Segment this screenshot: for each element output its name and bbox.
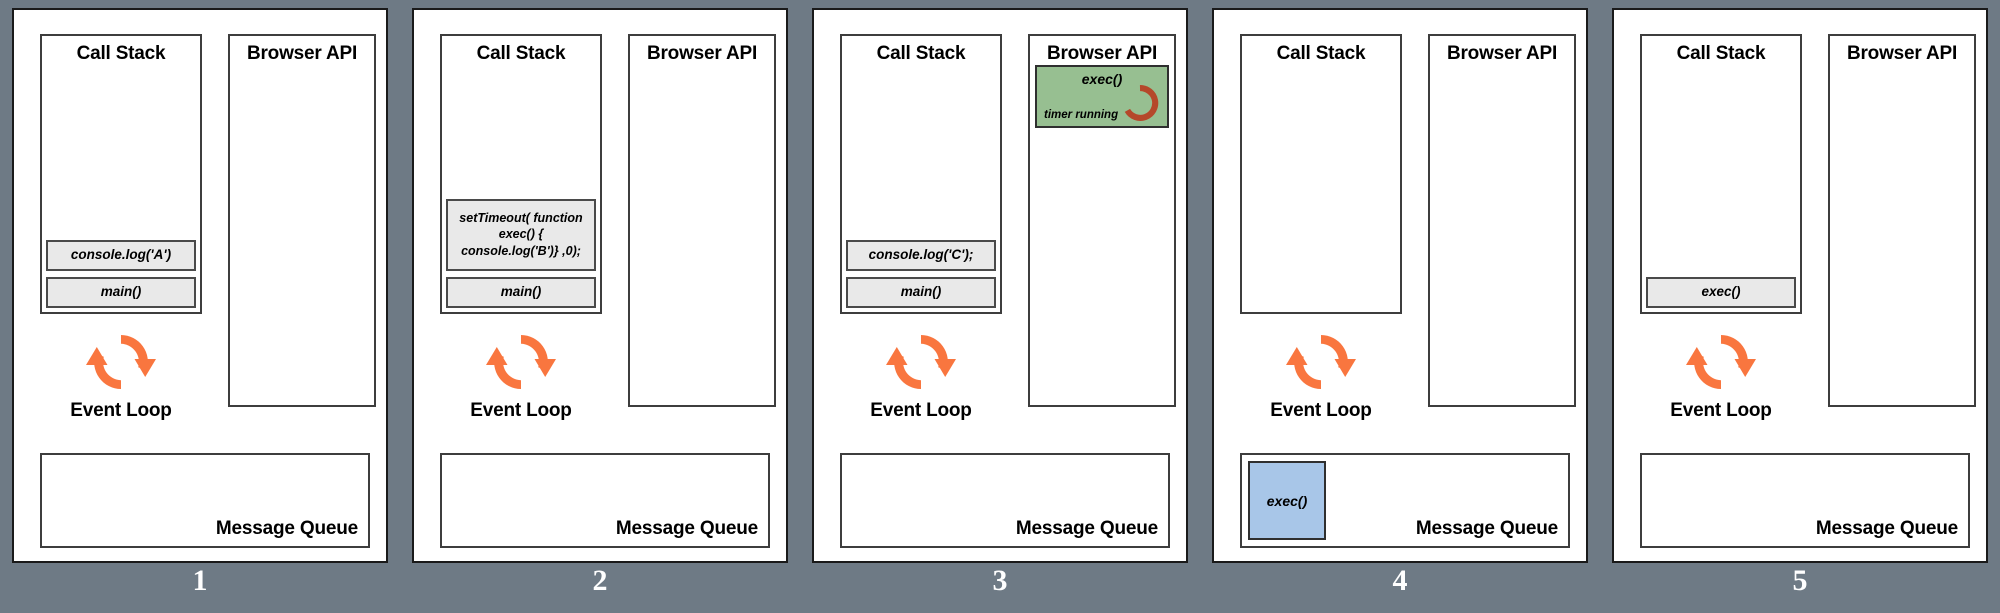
- browser-api-box: Browser API: [1828, 34, 1976, 407]
- event-loop-group: Event Loop: [1640, 326, 1802, 422]
- browser-api-title: Browser API: [1446, 43, 1558, 64]
- event-loop-label: Event Loop: [470, 400, 572, 421]
- call-stack-frame: main(): [446, 277, 596, 308]
- call-stack-title: Call Stack: [76, 43, 166, 64]
- timer-status: timer running: [1044, 109, 1119, 121]
- call-stack-title: Call Stack: [1276, 43, 1366, 64]
- call-stack-frames: exec(): [1646, 277, 1796, 308]
- step-panel-5: Call Stack exec() Browser API Event Loop…: [1600, 0, 2000, 613]
- message-queue-title: Message Queue: [1415, 518, 1558, 539]
- message-queue-title: Message Queue: [615, 518, 758, 539]
- panel-frame: Call Stack exec() Browser API Event Loop…: [1612, 8, 1988, 563]
- call-stack-title: Call Stack: [1676, 43, 1766, 64]
- browser-api-title: Browser API: [646, 43, 758, 64]
- event-loop-label: Event Loop: [1670, 400, 1772, 421]
- message-queue-title: Message Queue: [1015, 518, 1158, 539]
- panel-frame: Call Stack setTimeout( function exec() {…: [412, 8, 788, 563]
- call-stack-title: Call Stack: [876, 43, 966, 64]
- step-number: 4: [1392, 564, 1408, 597]
- step-number: 2: [592, 564, 608, 597]
- event-loop-label: Event Loop: [70, 400, 172, 421]
- call-stack-frames: setTimeout( function exec() { console.lo…: [446, 198, 596, 308]
- call-stack-frames: console.log('C'); main(): [846, 240, 996, 308]
- event-loop-label: Event Loop: [870, 400, 972, 421]
- step-number: 1: [192, 564, 208, 597]
- event-loop-group: Event Loop: [40, 326, 202, 422]
- timer-spinner-icon: [1119, 82, 1161, 124]
- event-loop-refresh-icon: [1682, 326, 1760, 398]
- event-loop-group: Event Loop: [1240, 326, 1402, 422]
- event-loop-group: Event Loop: [840, 326, 1002, 422]
- event-loop-refresh-icon: [82, 326, 160, 398]
- event-loop-refresh-icon: [482, 326, 560, 398]
- call-stack-frame: setTimeout( function exec() { console.lo…: [446, 198, 596, 272]
- browser-api-box: Browser API: [628, 34, 776, 407]
- call-stack-frame: console.log('A'): [46, 240, 196, 272]
- browser-api-timer-card: exec() timer running: [1035, 65, 1169, 128]
- event-loop-refresh-icon: [1282, 326, 1360, 398]
- call-stack-box: Call Stack console.log('A') main(): [40, 34, 202, 314]
- call-stack-frames: console.log('A') main(): [46, 240, 196, 308]
- event-loop-refresh-icon: [882, 326, 960, 398]
- message-queue-box: Message Queue: [440, 453, 770, 548]
- browser-api-title: Browser API: [246, 43, 358, 64]
- browser-api-box: Browser API exec() timer running: [1028, 34, 1176, 407]
- browser-api-title: Browser API: [1846, 43, 1958, 64]
- browser-api-title: Browser API: [1046, 43, 1158, 64]
- browser-api-box: Browser API: [1428, 34, 1576, 407]
- panel-frame: Call Stack console.log('A') main() Browse…: [12, 8, 388, 563]
- message-queue-title: Message Queue: [215, 518, 358, 539]
- message-queue-box: Message Queue: [40, 453, 370, 548]
- step-number: 5: [1792, 564, 1808, 597]
- message-queue-box: Message Queue: [1640, 453, 1970, 548]
- step-number: 3: [992, 564, 1008, 597]
- step-panel-2: Call Stack setTimeout( function exec() {…: [400, 0, 800, 613]
- step-panel-1: Call Stack console.log('A') main() Browse…: [0, 0, 400, 613]
- event-loop-sequence-diagram: Call Stack console.log('A') main() Browse…: [0, 0, 2000, 613]
- event-loop-label: Event Loop: [1270, 400, 1372, 421]
- panel-frame: Call Stack Browser API Event Loop exec()…: [1212, 8, 1588, 563]
- call-stack-box: Call Stack console.log('C'); main(): [840, 34, 1002, 314]
- panel-frame: Call Stack console.log('C'); main() Brows…: [812, 8, 1188, 563]
- message-queue-title: Message Queue: [1815, 518, 1958, 539]
- call-stack-box: Call Stack exec(): [1640, 34, 1802, 314]
- message-queue-box: Message Queue: [840, 453, 1170, 548]
- message-queue-box: exec() Message Queue: [1240, 453, 1570, 548]
- call-stack-box: Call Stack setTimeout( function exec() {…: [440, 34, 602, 314]
- event-loop-group: Event Loop: [440, 326, 602, 422]
- call-stack-frame: console.log('C');: [846, 240, 996, 272]
- call-stack-box: Call Stack: [1240, 34, 1402, 314]
- step-panel-3: Call Stack console.log('C'); main() Brows…: [800, 0, 1200, 613]
- call-stack-frame: main(): [846, 277, 996, 308]
- step-panel-4: Call Stack Browser API Event Loop exec()…: [1200, 0, 1600, 613]
- call-stack-frame: exec(): [1646, 277, 1796, 308]
- call-stack-title: Call Stack: [476, 43, 566, 64]
- message-queue-items: exec(): [1248, 461, 1326, 540]
- browser-api-box: Browser API: [228, 34, 376, 407]
- call-stack-frame: main(): [46, 277, 196, 308]
- message-queue-item: exec(): [1248, 461, 1326, 540]
